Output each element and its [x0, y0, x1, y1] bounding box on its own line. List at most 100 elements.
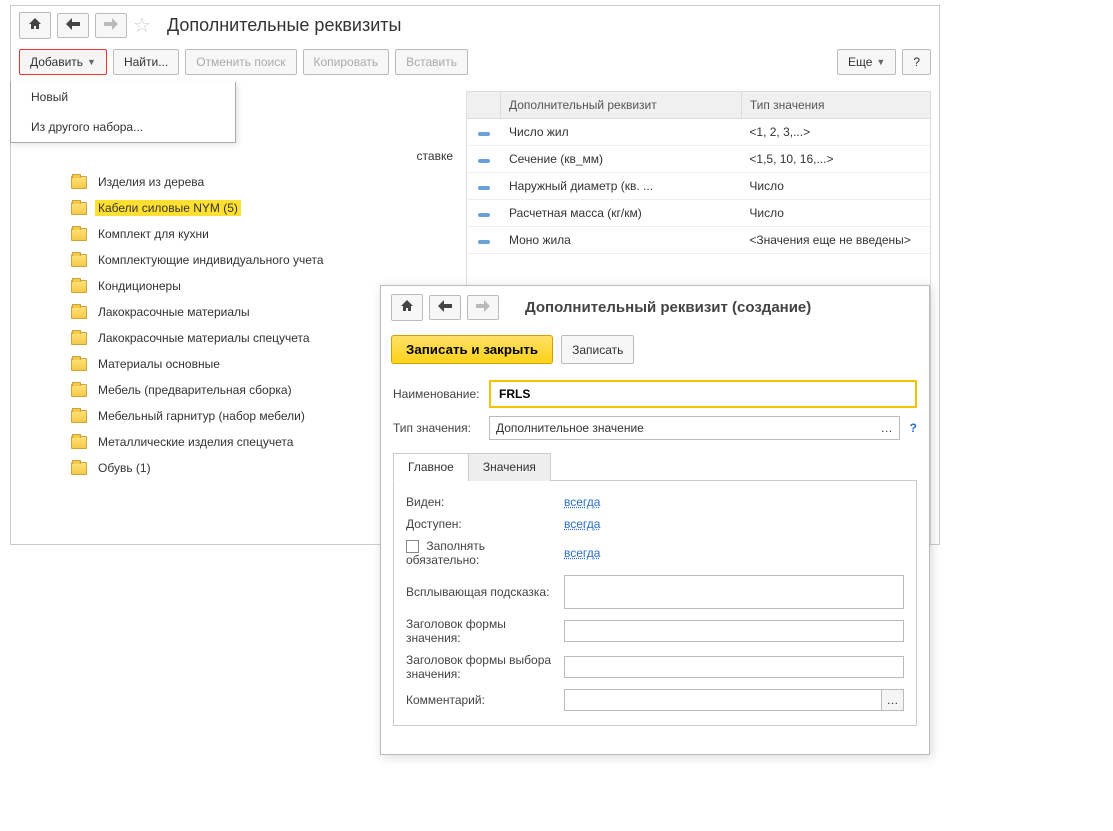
folder-icon: [71, 280, 87, 293]
type-label: Тип значения:: [393, 421, 483, 435]
paste-button[interactable]: Вставить: [395, 49, 468, 75]
grid-row[interactable]: Расчетная масса (кг/км)Число: [467, 200, 930, 227]
tab-values[interactable]: Значения: [468, 453, 551, 481]
tab-main[interactable]: Главное: [393, 453, 469, 481]
row-name: Расчетная масса (кг/км): [501, 200, 741, 226]
visible-label: Виден:: [406, 495, 556, 509]
row-icon-cell: [467, 200, 501, 226]
folder-icon: [71, 306, 87, 319]
grid-header-type[interactable]: Тип значения: [742, 92, 930, 118]
folder-icon: [71, 228, 87, 241]
value-form-input[interactable]: [564, 620, 904, 642]
choice-form-input[interactable]: [564, 656, 904, 678]
grid-row[interactable]: Число жил<1, 2, 3,...>: [467, 119, 930, 146]
row-type: Число: [741, 173, 930, 199]
home-icon: [28, 17, 42, 34]
dropdown-item-from-other[interactable]: Из другого набора...: [11, 112, 235, 142]
sub-back-button[interactable]: [429, 295, 461, 320]
name-input[interactable]: [489, 380, 917, 408]
row-name: Сечение (кв_мм): [501, 146, 741, 172]
save-close-button[interactable]: Записать и закрыть: [391, 335, 553, 364]
available-row: Доступен: всегда: [406, 513, 904, 535]
arrow-left-icon: [438, 300, 452, 315]
ellipsis-icon: …: [881, 421, 893, 435]
save-button[interactable]: Записать: [561, 335, 634, 364]
home-icon: [400, 299, 414, 316]
value-form-row: Заголовок формы значения:: [406, 613, 904, 649]
tree-label: Мебель (предварительная сборка): [95, 382, 295, 398]
row-icon-cell: [467, 119, 501, 145]
tree-label: Металлические изделия спецучета: [95, 434, 296, 450]
folder-icon: [71, 202, 87, 215]
tree-label: Кондиционеры: [95, 278, 184, 294]
attribute-icon: [478, 186, 490, 190]
help-button[interactable]: ?: [902, 49, 931, 75]
grid-header-name[interactable]: Дополнительный реквизит: [501, 92, 742, 118]
tree-label: Изделия из дерева: [95, 174, 207, 190]
row-name: Моно жила: [501, 227, 741, 253]
tree-row[interactable]: Изделия из дерева: [67, 169, 466, 195]
tooltip-input[interactable]: [564, 575, 904, 609]
folder-icon: [71, 410, 87, 423]
grid-row[interactable]: Наружный диаметр (кв. ...Число: [467, 173, 930, 200]
main-toolbar: Добавить ▼ Найти... Отменить поиск Копир…: [11, 45, 939, 85]
tree-row[interactable]: Комплект для кухни: [67, 221, 466, 247]
name-label: Наименование:: [393, 387, 483, 401]
value-form-label: Заголовок формы значения:: [406, 617, 556, 645]
visible-value[interactable]: всегда: [564, 495, 600, 509]
find-button[interactable]: Найти...: [113, 49, 179, 75]
available-label: Доступен:: [406, 517, 556, 531]
tree-row[interactable]: Комплектующие индивидуального учета: [67, 247, 466, 273]
folder-icon: [71, 254, 87, 267]
required-value[interactable]: всегда: [564, 546, 600, 560]
add-button[interactable]: Добавить ▼: [19, 49, 107, 75]
back-button[interactable]: [57, 13, 89, 38]
folder-icon: [71, 384, 87, 397]
more-button[interactable]: Еще ▼: [837, 49, 896, 75]
folder-icon: [71, 462, 87, 475]
grid-row[interactable]: Моно жила<Значения еще не введены>: [467, 227, 930, 254]
chevron-down-icon: ▼: [87, 57, 96, 67]
required-label: Заполнять обязательно:: [406, 539, 556, 567]
tree-label: Лакокрасочные материалы спецучета: [95, 330, 313, 346]
required-checkbox[interactable]: [406, 540, 419, 553]
tree-label: Материалы основные: [95, 356, 223, 372]
sub-forward-button[interactable]: [467, 295, 499, 320]
folder-icon: [71, 358, 87, 371]
page-title: Дополнительные реквизиты: [167, 15, 402, 36]
choice-form-row: Заголовок формы выбора значения:: [406, 649, 904, 685]
cancel-search-button[interactable]: Отменить поиск: [185, 49, 296, 75]
attribute-icon: [478, 240, 490, 244]
grid-header-icon: [467, 92, 501, 118]
more-button-label: Еще: [848, 55, 872, 69]
tree-label: Кабели силовые NYM (5): [95, 200, 241, 216]
sub-tabs: Главное Значения: [393, 452, 917, 481]
tree-row[interactable]: Кабели силовые NYM (5): [67, 195, 466, 221]
comment-expand-button[interactable]: …: [882, 689, 904, 711]
tree-row-truncated[interactable]: ставке: [31, 143, 466, 169]
comment-label: Комментарий:: [406, 693, 556, 707]
sub-toolbar: Записать и закрыть Записать: [381, 329, 929, 376]
grid-header: Дополнительный реквизит Тип значения: [467, 92, 930, 119]
choice-form-label: Заголовок формы выбора значения:: [406, 653, 556, 681]
copy-button[interactable]: Копировать: [303, 49, 390, 75]
dropdown-item-new[interactable]: Новый: [11, 82, 235, 112]
home-button[interactable]: [19, 12, 51, 39]
type-help[interactable]: ?: [910, 421, 917, 435]
row-icon-cell: [467, 227, 501, 253]
grid-row[interactable]: Сечение (кв_мм)<1,5, 10, 16,...>: [467, 146, 930, 173]
arrow-left-icon: [66, 18, 80, 33]
tooltip-row: Всплывающая подсказка:: [406, 571, 904, 613]
comment-input[interactable]: [564, 689, 882, 711]
tree-label: Комплект для кухни: [95, 226, 212, 242]
tooltip-label: Всплывающая подсказка:: [406, 585, 556, 599]
sub-home-button[interactable]: [391, 294, 423, 321]
attribute-icon: [478, 213, 490, 217]
forward-button[interactable]: [95, 13, 127, 38]
arrow-right-icon: [104, 18, 118, 33]
favorite-icon[interactable]: ☆: [133, 13, 151, 38]
row-type: <Значения еще не введены>: [741, 227, 930, 253]
type-select[interactable]: Дополнительное значение …: [489, 416, 900, 440]
row-type: Число: [741, 200, 930, 226]
available-value[interactable]: всегда: [564, 517, 600, 531]
